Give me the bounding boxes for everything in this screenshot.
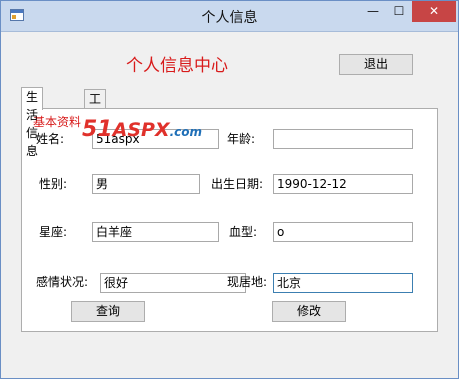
gender-field[interactable]: 男 (92, 174, 200, 194)
maximize-button[interactable]: ☐ (386, 1, 412, 22)
close-button[interactable]: ✕ (412, 1, 456, 22)
tab-life-info[interactable]: 生活信息 (21, 87, 44, 158)
birthdate-field[interactable]: 1990-12-12 (273, 174, 413, 194)
query-button[interactable]: 查询 (71, 301, 145, 322)
exit-button[interactable]: 退出 (339, 54, 413, 75)
client-area: 个人信息中心 退出 生活信息 工作信息 基本资料 姓名: 51aspx 年龄: … (9, 32, 450, 371)
name-field[interactable]: 51aspx (92, 129, 219, 149)
zodiac-label: 星座: (39, 225, 68, 239)
app-window: 个人信息 — ☐ ✕ 个人信息中心 退出 生活信息 工作信息 基本资料 姓名: … (0, 0, 459, 379)
relationship-label: 感情状况: (36, 275, 89, 289)
name-label: 姓名: (36, 132, 65, 146)
tab-work-info[interactable]: 工作信息 (84, 89, 107, 160)
blood-type-field[interactable]: o (273, 222, 413, 242)
group-label-basic-info: 基本资料 (33, 115, 82, 129)
tab-panel-life-info: 基本资料 姓名: 51aspx 年龄: 51ASPX.com 性别: 男 出生日… (21, 108, 438, 332)
age-label: 年龄: (227, 132, 256, 146)
modify-button[interactable]: 修改 (272, 301, 346, 322)
title-bar[interactable]: 个人信息 — ☐ ✕ (1, 1, 458, 32)
birthdate-label: 出生日期: (211, 177, 264, 191)
minimize-button[interactable]: — (360, 1, 386, 22)
gender-label: 性别: (39, 177, 68, 191)
residence-field[interactable]: 北京 (273, 273, 413, 293)
page-title: 个人信息中心 (126, 56, 228, 76)
zodiac-field[interactable]: 白羊座 (92, 222, 219, 242)
age-field[interactable] (273, 129, 413, 149)
residence-label: 现居地: (227, 275, 268, 289)
blood-type-label: 血型: (229, 225, 258, 239)
relationship-field[interactable]: 很好 (100, 273, 246, 293)
